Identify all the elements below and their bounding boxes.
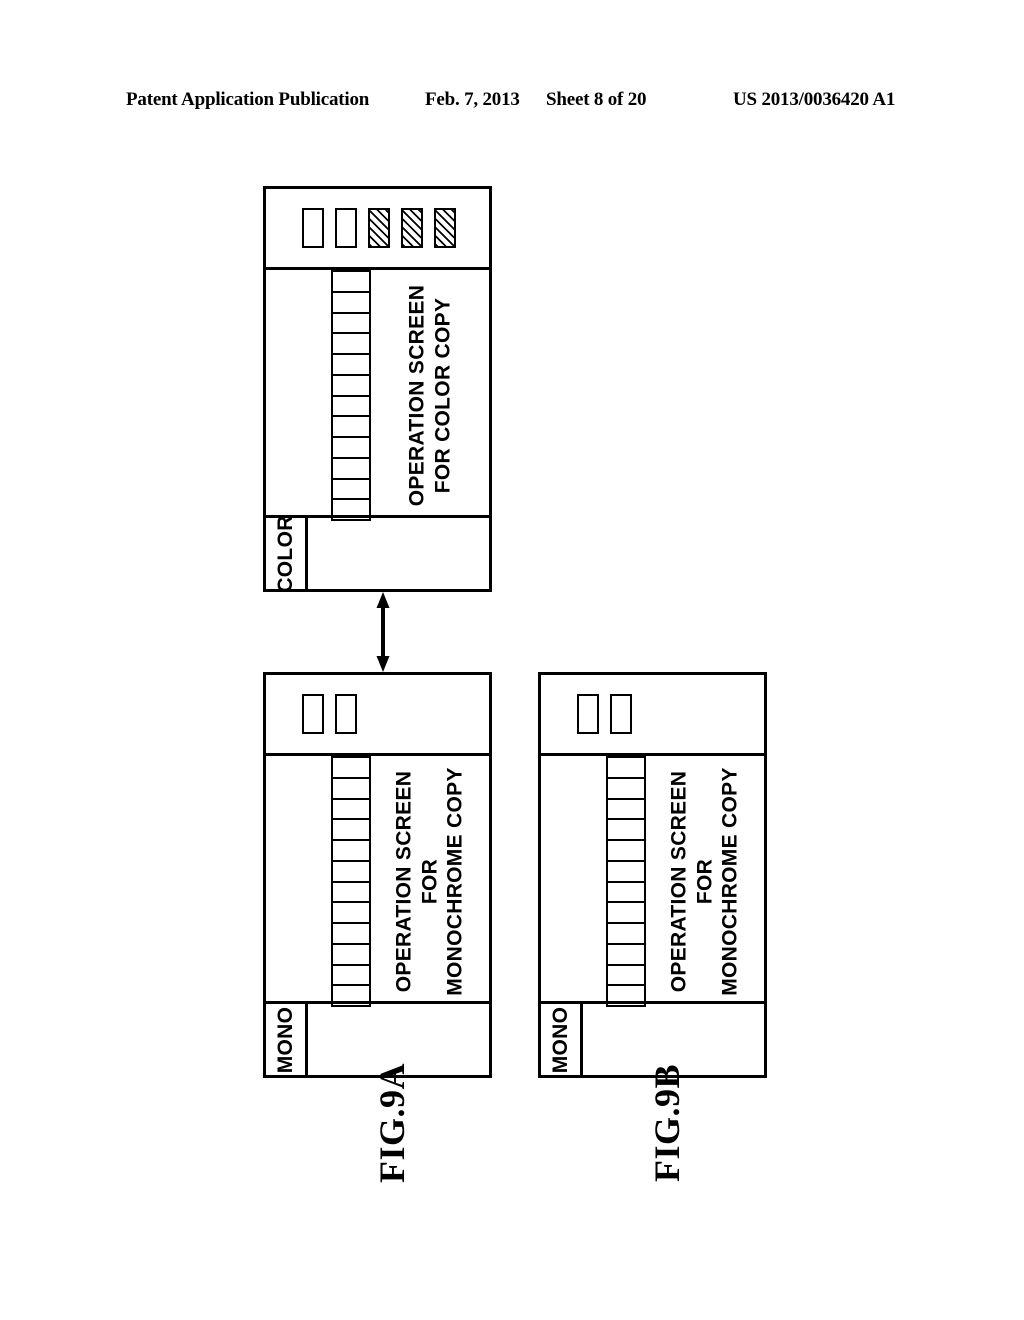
mono-a-caption-line-1: OPERATION SCREEN: [392, 770, 416, 993]
mono-b-caption-line-2: FOR: [693, 858, 717, 905]
ladder-rung: [333, 314, 369, 335]
mono-b-tab-label: MONO: [548, 1006, 572, 1073]
fig-9a-color-panel: OPERATION SCREEN FOR COLOR COPY COLOR: [263, 186, 492, 592]
key-plain-1[interactable]: [577, 694, 599, 734]
key-plain-2[interactable]: [335, 208, 357, 248]
ladder-rung: [333, 272, 369, 293]
mono-b-caption-line-1: OPERATION SCREEN: [667, 770, 691, 993]
key-hatched-2[interactable]: [401, 208, 423, 248]
ladder-rung: [333, 966, 369, 987]
mono-b-screen-caption: OPERATION SCREEN FOR MONOCHROME COPY: [580, 767, 831, 996]
figure-caption-9a: FIG.9A: [372, 1063, 412, 1183]
fig-9b-mono-panel: OPERATION SCREEN FOR MONOCHROME COPY MON…: [538, 672, 767, 1078]
key-hatched-1[interactable]: [368, 208, 390, 248]
patent-header: Patent Application Publication Feb. 7, 2…: [0, 86, 1024, 114]
figure-caption-9b: FIG.9B: [647, 1064, 687, 1183]
fig-9a-mono-panel: OPERATION SCREEN FOR MONOCHROME COPY MON…: [263, 672, 492, 1078]
mono-b-key-strip: [541, 675, 764, 756]
mono-a-tab-label: MONO: [273, 1006, 297, 1073]
ladder-rung: [333, 945, 369, 966]
mono-a-key-row: [302, 694, 357, 734]
ladder-rung: [333, 800, 369, 821]
color-panel-key-strip: [266, 189, 489, 270]
ladder-rung: [333, 758, 369, 779]
mono-b-tab[interactable]: MONO: [541, 1004, 583, 1075]
mono-a-screen-caption: OPERATION SCREEN FOR MONOCHROME COPY: [305, 767, 556, 996]
color-panel-screen-caption: OPERATION SCREEN FOR COLOR COPY: [305, 285, 556, 506]
color-panel-tab-row: COLOR: [266, 514, 489, 593]
mono-a-tab[interactable]: MONO: [266, 1004, 308, 1075]
header-publication-number: US 2013/0036420 A1: [733, 89, 896, 110]
double-headed-arrow: [376, 592, 390, 672]
ladder-rung: [608, 779, 644, 800]
ladder-rung: [333, 779, 369, 800]
key-plain-2[interactable]: [335, 694, 357, 734]
mono-a-caption-line-3: MONOCHROME COPY: [443, 767, 467, 996]
ladder-rung: [608, 966, 644, 987]
mono-b-caption-line-3: MONOCHROME COPY: [718, 767, 742, 996]
ladder-rung: [333, 293, 369, 314]
key-plain-1[interactable]: [302, 208, 324, 248]
color-panel-tab-label: COLOR: [273, 514, 297, 593]
header-publication-date: Feb. 7, 2013: [425, 89, 520, 110]
key-plain-2[interactable]: [610, 694, 632, 734]
header-sheet-number: Sheet 8 of 20: [546, 89, 647, 110]
ladder-rung: [333, 480, 369, 501]
mono-a-caption-line-2: FOR: [418, 858, 442, 905]
key-hatched-3[interactable]: [434, 208, 456, 248]
ladder-rung: [333, 459, 369, 480]
key-plain-1[interactable]: [302, 694, 324, 734]
color-panel-tab[interactable]: COLOR: [266, 514, 308, 593]
header-publication-title: Patent Application Publication: [126, 89, 370, 110]
mono-a-key-strip: [266, 675, 489, 756]
mono-b-key-row: [577, 694, 632, 734]
ladder-rung: [608, 758, 644, 779]
color-panel-caption-line-2: FOR COLOR COPY: [431, 297, 454, 494]
ladder-rung: [608, 800, 644, 821]
color-panel-key-row: [302, 208, 456, 248]
color-panel-caption-line-1: OPERATION SCREEN: [405, 284, 429, 507]
ladder-rung: [608, 945, 644, 966]
